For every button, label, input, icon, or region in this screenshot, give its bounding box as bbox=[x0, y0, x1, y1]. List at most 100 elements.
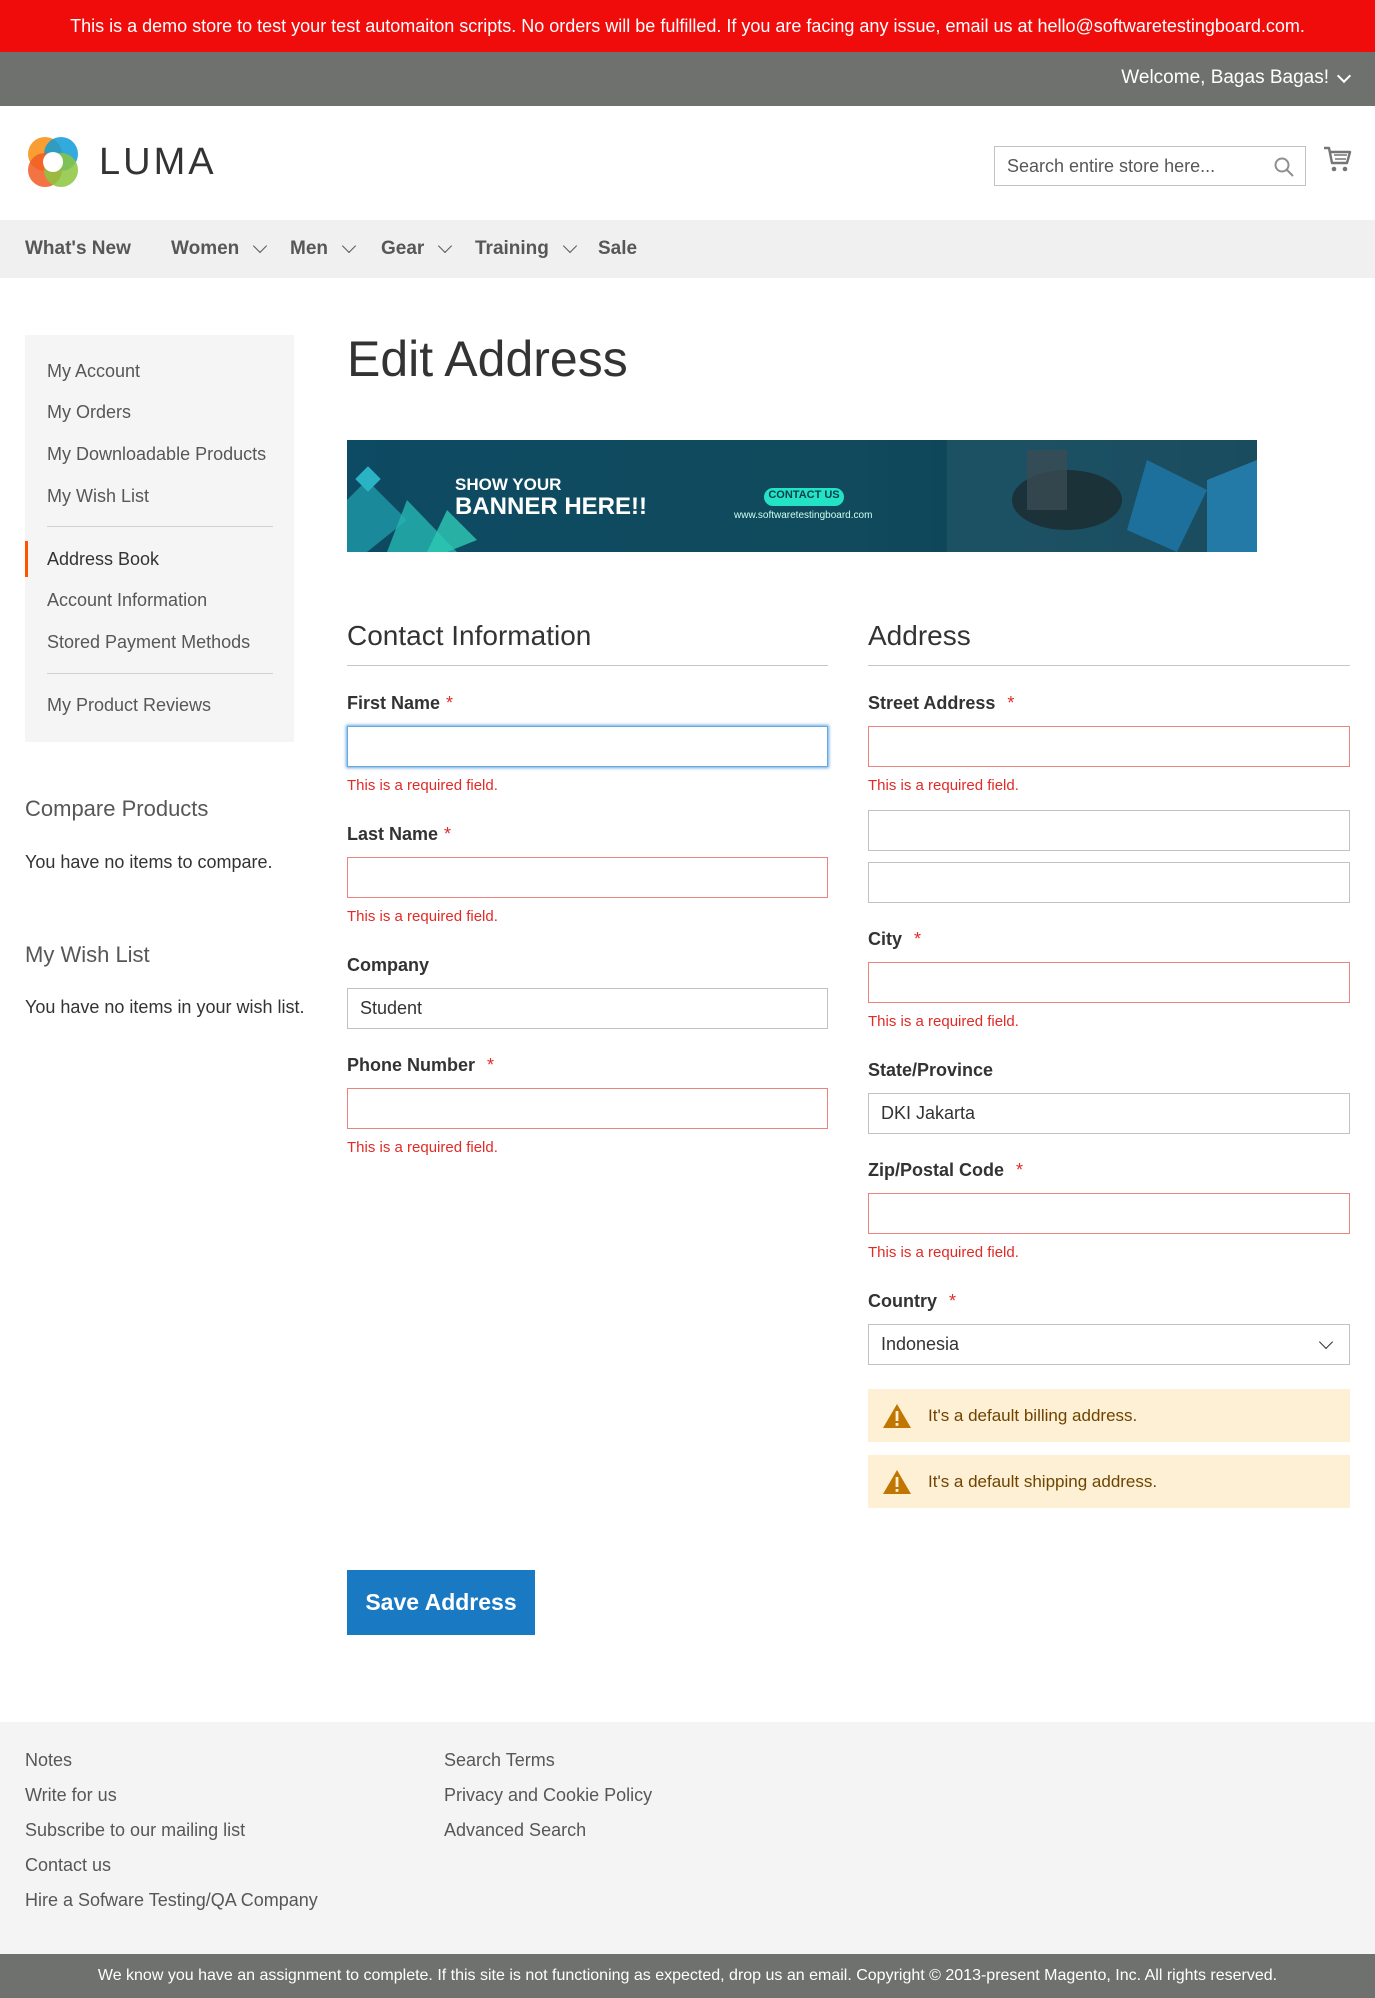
promo-banner[interactable]: SHOW YOUR BANNER HERE!! CONTACT US www.s… bbox=[347, 440, 1257, 552]
required-marker: * bbox=[949, 1291, 957, 1311]
customer-welcome-menu[interactable]: Welcome, Bagas Bagas! bbox=[1121, 67, 1352, 89]
main-nav: What's New Women Men Gear Training Sale bbox=[0, 220, 1375, 278]
phone-number-error: This is a required field. bbox=[347, 1139, 498, 1156]
footer-link-subscribe[interactable]: Subscribe to our mailing list bbox=[25, 1820, 245, 1841]
demo-notice-bar: This is a demo store to test your test a… bbox=[0, 0, 1375, 52]
banner-line-1: SHOW YOUR bbox=[455, 475, 562, 494]
warning-icon bbox=[883, 1469, 911, 1494]
nav-item-training[interactable]: Training bbox=[475, 238, 577, 260]
footer-link-privacy-policy[interactable]: Privacy and Cookie Policy bbox=[444, 1785, 652, 1806]
street-address-line-3-input[interactable] bbox=[868, 862, 1350, 903]
nav-label: What's New bbox=[25, 238, 131, 259]
sidebar-item-my-orders[interactable]: My Orders bbox=[47, 402, 131, 423]
footer-link-hire-qa[interactable]: Hire a Sofware Testing/QA Company bbox=[25, 1890, 318, 1911]
logo-link[interactable]: LUMA bbox=[25, 134, 217, 190]
phone-number-label: Phone Number * bbox=[347, 1055, 495, 1075]
sidebar-item-stored-payment-methods[interactable]: Stored Payment Methods bbox=[47, 632, 250, 653]
sidebar-item-my-account[interactable]: My Account bbox=[47, 361, 140, 382]
country-select[interactable]: Indonesia bbox=[868, 1324, 1350, 1365]
zip-postal-code-error: This is a required field. bbox=[868, 1244, 1019, 1261]
street-address-line-1-input[interactable] bbox=[868, 726, 1350, 767]
search-box bbox=[994, 146, 1306, 186]
state-province-label: State/Province bbox=[868, 1060, 994, 1080]
nav-item-men[interactable]: Men bbox=[290, 238, 357, 260]
nav-label: Women bbox=[171, 238, 240, 259]
top-bar: Welcome, Bagas Bagas! bbox=[0, 52, 1375, 106]
wish-list-title: My Wish List bbox=[25, 942, 150, 967]
sidebar-item-product-reviews[interactable]: My Product Reviews bbox=[47, 695, 211, 716]
save-address-button[interactable]: Save Address bbox=[347, 1570, 535, 1635]
country-label: Country * bbox=[868, 1291, 957, 1311]
search-icon[interactable] bbox=[1273, 156, 1295, 178]
first-name-label: First Name * bbox=[347, 693, 454, 713]
street-address-line-2-input[interactable] bbox=[868, 810, 1350, 851]
chevron-down-icon bbox=[1318, 1334, 1334, 1350]
nav-item-sale[interactable]: Sale bbox=[598, 238, 637, 260]
banner-contact-button: CONTACT US bbox=[768, 489, 840, 501]
site-header: LUMA bbox=[0, 106, 1375, 220]
copyright-text: We know you have an assignment to comple… bbox=[97, 1967, 1278, 1984]
required-marker: * bbox=[446, 693, 454, 713]
sidebar-divider bbox=[47, 673, 273, 674]
footer-link-write-for-us[interactable]: Write for us bbox=[25, 1785, 117, 1806]
default-billing-notice: It's a default billing address. bbox=[868, 1389, 1350, 1442]
copyright-bar: We know you have an assignment to comple… bbox=[0, 1954, 1375, 1998]
demo-notice-text: This is a demo store to test your test a… bbox=[70, 15, 1305, 36]
city-input[interactable] bbox=[868, 962, 1350, 1003]
street-address-error: This is a required field. bbox=[868, 777, 1019, 794]
address-legend: Address bbox=[868, 620, 971, 651]
compare-products-empty-text: You have no items to compare. bbox=[25, 852, 273, 872]
legend-divider bbox=[868, 665, 1350, 666]
nav-label: Men bbox=[290, 238, 328, 259]
required-marker: * bbox=[444, 824, 452, 844]
required-marker: * bbox=[1007, 693, 1015, 713]
banner-line-2: BANNER HERE!! bbox=[455, 493, 647, 520]
last-name-label: Last Name * bbox=[347, 824, 452, 844]
footer-link-notes[interactable]: Notes bbox=[25, 1750, 72, 1771]
nav-item-gear[interactable]: Gear bbox=[381, 238, 453, 260]
luma-logo-icon bbox=[28, 137, 78, 187]
required-marker: * bbox=[487, 1055, 495, 1075]
footer-link-contact-us[interactable]: Contact us bbox=[25, 1855, 111, 1876]
country-selected-value: Indonesia bbox=[881, 1334, 960, 1354]
contact-information-legend: Contact Information bbox=[347, 620, 592, 651]
first-name-error: This is a required field. bbox=[347, 777, 498, 794]
last-name-input[interactable] bbox=[347, 857, 828, 898]
sidebar-item-downloadable-products[interactable]: My Downloadable Products bbox=[47, 444, 266, 465]
phone-number-input[interactable] bbox=[347, 1088, 828, 1129]
default-shipping-text: It's a default shipping address. bbox=[928, 1471, 1158, 1491]
sidebar-item-wish-list[interactable]: My Wish List bbox=[47, 486, 149, 507]
first-name-input[interactable] bbox=[347, 726, 828, 767]
banner-url: www.softwaretestingboard.com bbox=[734, 510, 873, 521]
company-label: Company bbox=[347, 955, 430, 975]
cart-icon[interactable] bbox=[1322, 144, 1352, 174]
nav-item-whats-new[interactable]: What's New bbox=[25, 238, 131, 260]
sidebar-item-account-information[interactable]: Account Information bbox=[47, 590, 207, 611]
footer-link-advanced-search[interactable]: Advanced Search bbox=[444, 1820, 586, 1841]
state-province-input[interactable] bbox=[868, 1093, 1350, 1134]
warning-icon bbox=[883, 1403, 911, 1428]
street-address-label: Street Address * bbox=[868, 693, 1015, 713]
default-shipping-notice: It's a default shipping address. bbox=[868, 1455, 1350, 1508]
zip-postal-code-input[interactable] bbox=[868, 1193, 1350, 1234]
page-title: Edit Address bbox=[347, 331, 628, 387]
default-billing-text: It's a default billing address. bbox=[928, 1405, 1138, 1425]
chevron-down-icon bbox=[341, 238, 357, 254]
compare-products-title: Compare Products bbox=[25, 796, 209, 821]
logo-text: LUMA bbox=[99, 140, 217, 183]
chevron-down-icon bbox=[253, 238, 268, 254]
chevron-down-icon bbox=[438, 238, 453, 254]
welcome-text: Welcome, Bagas Bagas! bbox=[1121, 67, 1329, 88]
required-marker: * bbox=[1016, 1160, 1024, 1180]
nav-label: Training bbox=[475, 238, 549, 259]
nav-item-women[interactable]: Women bbox=[171, 238, 268, 260]
company-input[interactable] bbox=[347, 988, 828, 1029]
sidebar-divider bbox=[47, 526, 273, 527]
legend-divider bbox=[347, 665, 828, 666]
footer-link-search-terms[interactable]: Search Terms bbox=[444, 1750, 555, 1771]
nav-label: Sale bbox=[598, 238, 638, 259]
search-input[interactable] bbox=[1007, 155, 1267, 177]
chevron-down-icon bbox=[562, 238, 577, 254]
chevron-down-icon bbox=[1336, 68, 1352, 83]
sidebar-item-address-book: Address Book bbox=[47, 549, 160, 569]
